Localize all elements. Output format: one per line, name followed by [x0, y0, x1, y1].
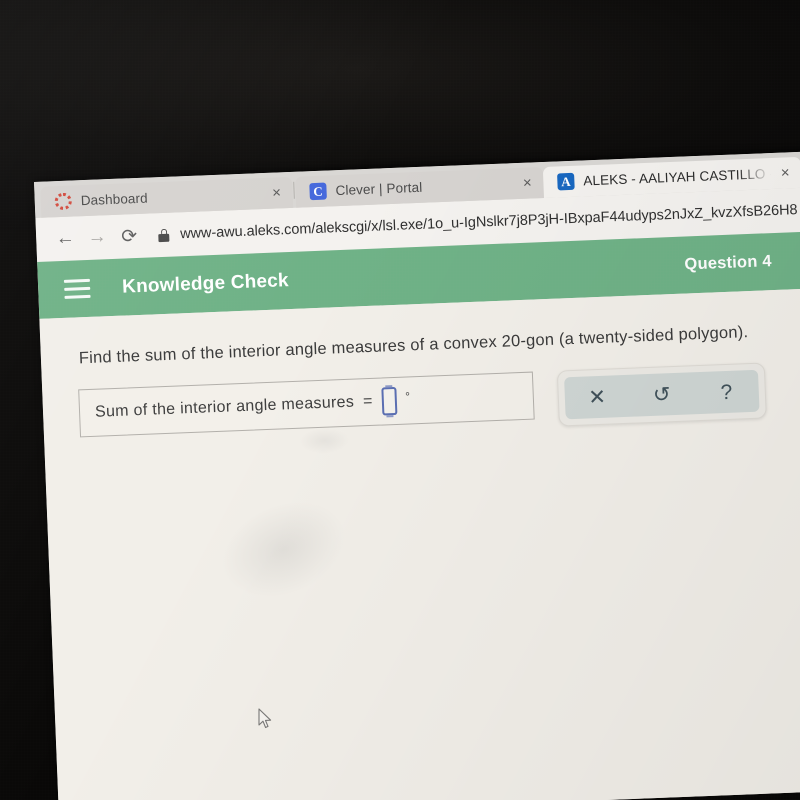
- question-counter: Question 4: [684, 252, 773, 274]
- answer-tool-panel: ✕ ↺ ?: [556, 362, 767, 427]
- equals-sign: =: [362, 392, 373, 411]
- page-title: Knowledge Check: [121, 269, 290, 298]
- lock-icon: [158, 228, 170, 242]
- browser-window: Dashboard × C Clever | Portal × A ALEKS …: [34, 150, 800, 800]
- laptop-screen-photo: Dashboard × C Clever | Portal × A ALEKS …: [0, 0, 800, 800]
- back-icon[interactable]: ←: [50, 223, 81, 254]
- undo-button[interactable]: ↺: [644, 383, 679, 407]
- screen-smudge: [206, 483, 361, 616]
- help-button[interactable]: ?: [709, 380, 744, 403]
- close-icon[interactable]: ×: [266, 183, 287, 204]
- hamburger-menu-icon[interactable]: [63, 278, 91, 299]
- degree-unit: °: [404, 389, 411, 404]
- canvas-circle-icon: [54, 193, 72, 211]
- reload-icon[interactable]: ⟳: [114, 221, 145, 252]
- aleks-icon: A: [557, 172, 575, 191]
- answer-input[interactable]: [380, 386, 397, 416]
- forward-icon[interactable]: →: [82, 222, 113, 253]
- question-page: Find the sum of the interior angle measu…: [39, 287, 800, 800]
- browser-tab-title: Dashboard: [80, 190, 148, 209]
- answer-input-container[interactable]: Sum of the interior angle measures = °: [78, 371, 535, 438]
- clever-icon: C: [309, 182, 327, 201]
- close-icon[interactable]: ×: [775, 163, 796, 184]
- answer-label: Sum of the interior angle measures: [94, 393, 355, 421]
- browser-tab-title: Clever | Portal: [335, 179, 423, 199]
- browser-tab-title: ALEKS - AALIYAH CASTILLO - Kn: [583, 166, 772, 189]
- question-prompt: Find the sum of the interior angle measu…: [78, 323, 749, 368]
- clear-button[interactable]: ✕: [580, 385, 615, 409]
- close-icon[interactable]: ×: [517, 173, 538, 194]
- answer-area: Sum of the interior angle measures = ° ✕…: [78, 362, 767, 445]
